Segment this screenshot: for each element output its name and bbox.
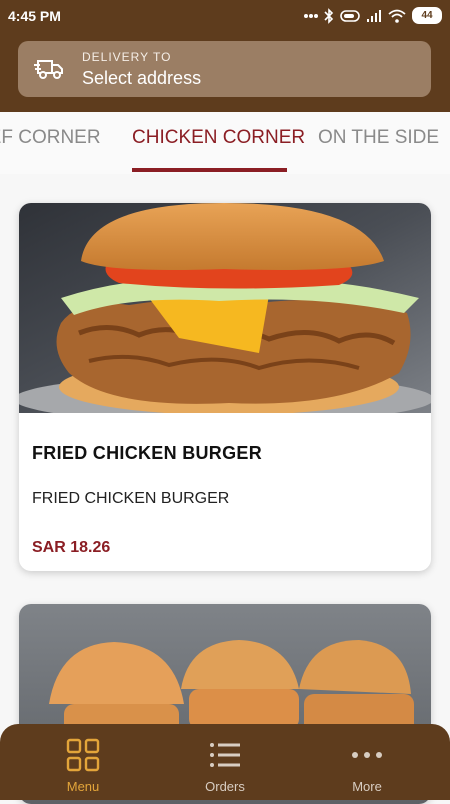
nav-label: Menu xyxy=(66,779,100,794)
tab-label: CHICKEN CORNER xyxy=(132,127,306,148)
more-dots-icon xyxy=(304,13,318,18)
nav-label: Orders xyxy=(205,779,245,794)
delivery-label: DELIVERY TO xyxy=(82,50,172,64)
wifi-icon xyxy=(388,9,406,23)
menu-item-title: FRIED CHICKEN BURGER xyxy=(32,443,263,463)
menu-item-card[interactable]: FRIED CHICKEN BURGER FRIED CHICKEN BURGE… xyxy=(19,203,431,571)
nav-orders[interactable]: Orders xyxy=(150,724,300,800)
cell-signal-icon xyxy=(367,9,381,22)
active-tab-indicator xyxy=(132,168,287,172)
tab-label: ON THE SIDE xyxy=(318,127,440,148)
menu-item-description: FRIED CHICKEN BURGER xyxy=(32,490,230,507)
bluetooth-icon xyxy=(324,7,334,24)
delivery-address-value: Select address xyxy=(82,68,202,88)
category-tabs: EEF CORNER CHICKEN CORNER ON THE SIDE xyxy=(0,112,450,174)
nav-menu[interactable]: Menu xyxy=(8,724,158,800)
truck-icon xyxy=(34,60,63,79)
tab-beef-corner[interactable]: EEF CORNER xyxy=(0,127,101,149)
tab-label: EEF CORNER xyxy=(0,127,101,148)
battery-icon: 44 xyxy=(412,7,442,24)
app-header: 4:45 PM 44 DELIVERY TO Select address xyxy=(0,0,450,112)
nav-label: More xyxy=(352,779,382,794)
list-icon xyxy=(210,743,240,767)
fried-chicken-burger-image xyxy=(19,203,431,413)
delivery-address-selector[interactable]: DELIVERY TO Select address xyxy=(18,41,431,97)
status-icons: 44 xyxy=(304,7,442,24)
dots-icon xyxy=(352,752,382,758)
status-time: 4:45 PM xyxy=(8,8,61,24)
bottom-navigation: Menu Orders More xyxy=(0,724,450,800)
signal-off-icon xyxy=(340,9,360,22)
status-bar: 4:45 PM 44 xyxy=(0,0,450,32)
grid-icon xyxy=(66,738,100,772)
nav-more[interactable]: More xyxy=(292,724,442,800)
menu-item-price: SAR 18.26 xyxy=(32,539,111,556)
tab-chicken-corner[interactable]: CHICKEN CORNER xyxy=(132,127,305,149)
tab-on-the-side[interactable]: ON THE SIDE xyxy=(318,127,439,149)
